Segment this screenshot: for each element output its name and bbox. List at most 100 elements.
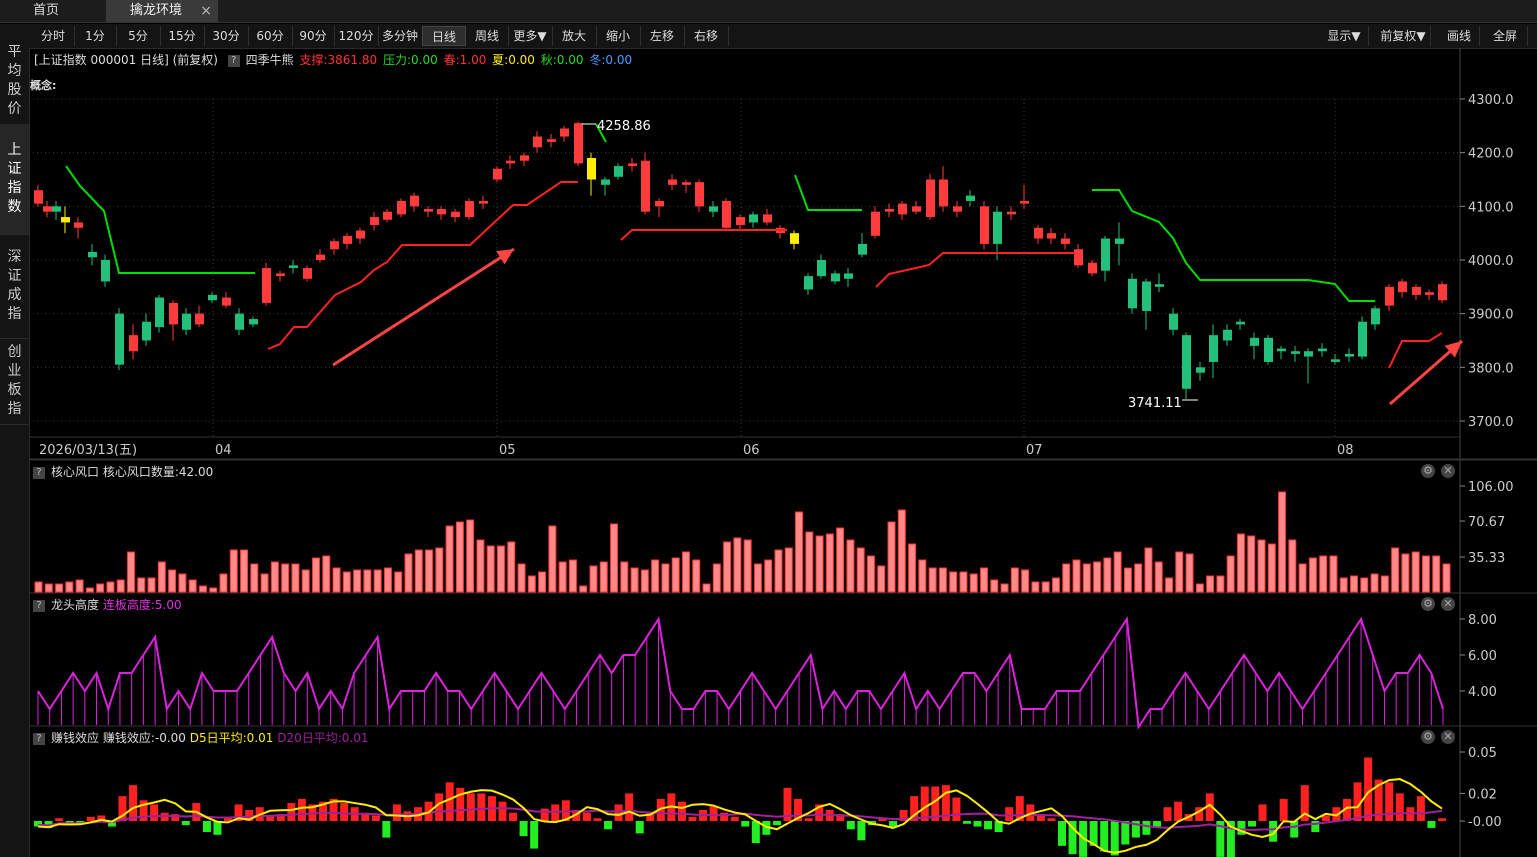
- p1-bar: [96, 583, 105, 593]
- p3-bar: [783, 787, 792, 821]
- p3-bar: [984, 821, 993, 830]
- p1-bar: [126, 551, 135, 593]
- p1-bar: [589, 565, 598, 593]
- toolbar-right-button-2[interactable]: 画线: [1439, 26, 1480, 46]
- p3-bar: [1406, 807, 1415, 821]
- p1-bar: [209, 587, 218, 593]
- panel3-d5: D5日平均:0.01: [189, 731, 274, 745]
- p3-bar: [836, 814, 845, 821]
- candle-body: [142, 321, 151, 341]
- p3-bar: [962, 821, 971, 824]
- p1-bar: [178, 573, 187, 593]
- toolbar-button-13[interactable]: 缩小: [596, 26, 641, 46]
- p1-bar: [291, 563, 300, 593]
- p3-bar: [1416, 796, 1425, 821]
- p1-bar: [1041, 581, 1050, 593]
- p1-bar: [743, 539, 752, 593]
- panel2-close-icon[interactable]: ✕: [1441, 597, 1455, 611]
- p1-bar: [558, 561, 567, 593]
- candle-body: [912, 206, 921, 212]
- sidebar-item-2[interactable]: 深证成指: [0, 234, 29, 339]
- toolbar-button-15[interactable]: 右移: [684, 26, 729, 46]
- p3-bar: [1205, 793, 1214, 821]
- sidebar-item-1[interactable]: 上证指数: [0, 124, 29, 235]
- candle-body: [804, 276, 813, 290]
- candle-body: [276, 273, 285, 277]
- toolbar-button-7[interactable]: 120分: [334, 26, 379, 46]
- candle-body: [1074, 249, 1083, 266]
- sidebar-item-3[interactable]: 创业板指: [0, 338, 29, 425]
- toolbar-button-1[interactable]: 1分: [74, 26, 117, 46]
- toolbar-button-11[interactable]: 更多▼: [508, 26, 553, 46]
- p3-bar: [224, 816, 233, 821]
- indicator-name: 四季牛熊: [245, 53, 294, 67]
- p3-bar: [846, 821, 855, 830]
- p1-bar: [1195, 583, 1204, 593]
- axis-labels: 4300.0 4200.0 4100.0 4000.0 3900.0 3800.0 3700…: [39, 93, 1514, 830]
- candle-body: [1291, 351, 1300, 354]
- candle-body: [885, 209, 894, 212]
- toolbar-right-button-3[interactable]: 全屏: [1483, 26, 1528, 46]
- toolbar-button-8[interactable]: 多分钟: [378, 26, 423, 46]
- candle-body: [383, 211, 392, 220]
- close-tab-icon[interactable]: ×: [200, 0, 212, 22]
- p3-bar: [530, 821, 539, 849]
- trend-arrow: [332, 247, 515, 367]
- p1-bar: [815, 535, 824, 593]
- p3-tick-label: -0.00: [1468, 815, 1502, 830]
- p1-bar: [1350, 575, 1359, 593]
- toolbar-button-5[interactable]: 60分: [248, 26, 293, 46]
- panel2-help-icon[interactable]: ?: [33, 599, 45, 612]
- tab-active[interactable]: 擒龙环境 ×: [106, 0, 218, 22]
- p3-bar: [171, 814, 180, 821]
- p3-bar: [1068, 821, 1077, 855]
- p3-bar: [477, 793, 486, 821]
- toolbar-button-6[interactable]: 90分: [292, 26, 335, 46]
- p1-bar: [1236, 533, 1245, 593]
- p1-bar: [1257, 539, 1266, 593]
- p1-bar: [373, 569, 382, 593]
- toolbar-right-button-0[interactable]: 显示▼: [1320, 26, 1369, 46]
- toolbar-button-2[interactable]: 5分: [116, 26, 161, 46]
- panel3-close-icon[interactable]: ✕: [1441, 730, 1455, 744]
- p3-tick-label: 0.02: [1468, 787, 1497, 802]
- p3-bar: [1300, 785, 1309, 821]
- p3-bar: [910, 796, 919, 821]
- candle-body: [547, 139, 556, 142]
- panel1-close-icon[interactable]: ✕: [1441, 464, 1455, 478]
- toolbar-button-12[interactable]: 放大: [552, 26, 597, 46]
- help-icon[interactable]: ?: [227, 54, 240, 67]
- candle-body: [1088, 262, 1097, 274]
- toolbar-right-button-1[interactable]: 前复权▼: [1376, 26, 1431, 46]
- sidebar-char: 板: [7, 382, 22, 398]
- tab-home[interactable]: 首页: [0, 0, 106, 22]
- candle-body: [587, 158, 596, 180]
- p1-bar: [1082, 563, 1091, 593]
- p1-bar: [311, 557, 320, 593]
- candle-body: [655, 200, 664, 207]
- panel1-help-icon[interactable]: ?: [33, 466, 45, 479]
- p3-bar: [1026, 804, 1035, 821]
- toolbar-button-3[interactable]: 15分: [160, 26, 205, 46]
- toolbar-button-9[interactable]: 日线: [422, 26, 466, 46]
- p1-bar: [1442, 563, 1451, 593]
- panel3-help-icon[interactable]: ?: [33, 732, 45, 745]
- panel3-bars: [34, 757, 1446, 857]
- toolbar-button-10[interactable]: 周线: [466, 26, 509, 46]
- sidebar-item-0[interactable]: 平均股价: [0, 38, 29, 125]
- candle-body: [465, 200, 474, 218]
- toolbar-button-4[interactable]: 30分: [204, 26, 249, 46]
- p1-bar: [1021, 569, 1030, 593]
- candle-body: [169, 302, 178, 325]
- candle-body: [926, 179, 935, 218]
- p1-bar: [353, 569, 362, 593]
- p1-bar: [599, 561, 608, 593]
- p1-bar: [1123, 567, 1132, 593]
- panel3-gear-icon[interactable]: ⚙: [1421, 730, 1435, 744]
- toolbar-button-0[interactable]: 分时: [32, 26, 75, 46]
- candle-body: [1358, 321, 1367, 357]
- p1-bar: [383, 567, 392, 593]
- panel2-gear-icon[interactable]: ⚙: [1421, 597, 1435, 611]
- panel1-gear-icon[interactable]: ⚙: [1421, 464, 1435, 478]
- toolbar-button-14[interactable]: 左移: [640, 26, 685, 46]
